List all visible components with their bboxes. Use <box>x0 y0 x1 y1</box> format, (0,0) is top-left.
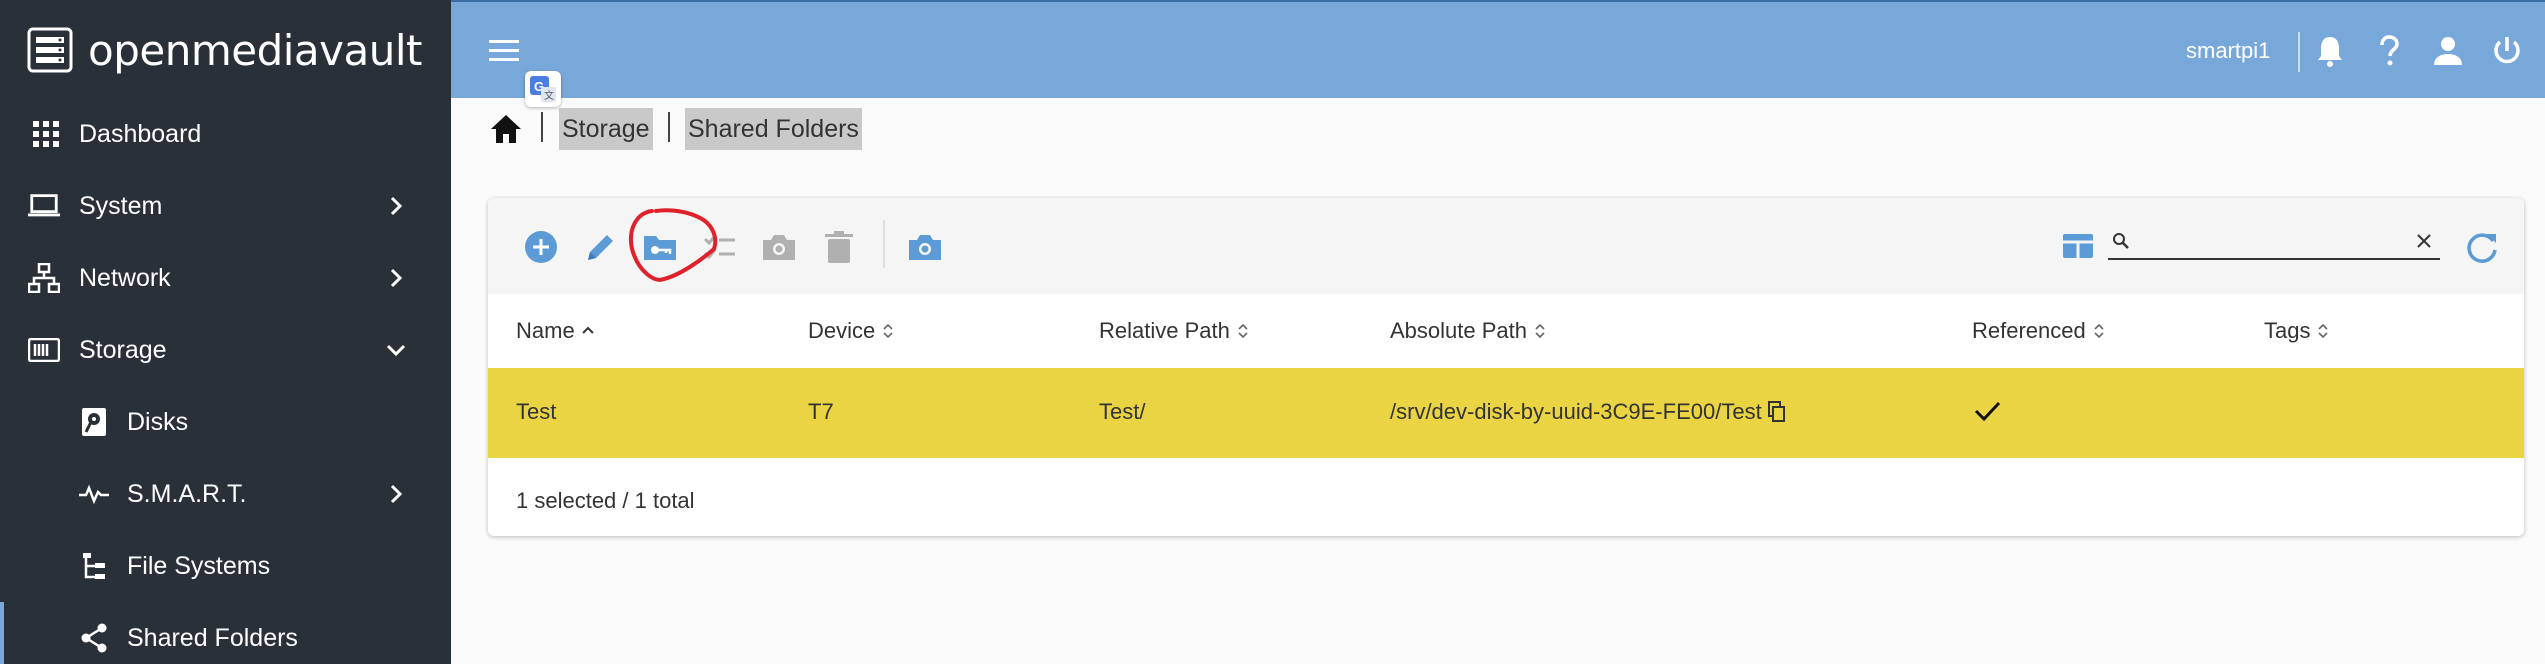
sidebar-item-storage[interactable]: Storage <box>0 314 451 386</box>
table-row[interactable]: Test T7 Test/ /srv/dev-disk-by-uuid-3C9E… <box>488 368 2524 458</box>
sidebar-item-file-systems[interactable]: File Systems <box>0 530 451 602</box>
sidebar-item-label: File Systems <box>127 551 271 580</box>
camera-icon[interactable] <box>760 228 798 266</box>
sidebar-item-label: Storage <box>79 335 167 364</box>
sidebar-item-smart[interactable]: S.M.A.R.T. <box>0 458 451 530</box>
home-icon[interactable] <box>489 112 523 146</box>
sidebar-item-label: Dashboard <box>79 119 202 148</box>
sort-icon <box>1535 323 1545 339</box>
snapshot-camera-icon[interactable] <box>906 228 944 266</box>
cell-absolute-path: /srv/dev-disk-by-uuid-3C9E-FE00/Test <box>1390 399 1786 425</box>
edit-icon[interactable] <box>582 228 620 266</box>
storage-icon <box>28 334 60 366</box>
brand[interactable]: openmediavault <box>0 0 451 100</box>
sidebar-item-dashboard[interactable]: Dashboard <box>0 98 451 170</box>
tree-icon <box>78 550 110 582</box>
search-field[interactable] <box>2108 224 2440 260</box>
sort-icon <box>1238 323 1248 339</box>
sidebar-item-shared-folders[interactable]: Shared Folders <box>0 602 451 664</box>
chevron-down-icon <box>386 344 406 357</box>
sort-asc-icon <box>581 326 594 334</box>
column-header-label: Name <box>516 318 575 343</box>
cell-referenced <box>1972 396 2002 426</box>
disk-icon <box>78 406 110 438</box>
toolbar <box>488 198 2524 294</box>
sort-icon <box>2094 323 2104 339</box>
search-icon <box>2113 233 2129 249</box>
add-icon[interactable] <box>522 228 560 266</box>
column-header-device[interactable]: Device <box>808 318 895 344</box>
shared-folders-card: Name Device Relative Path Absolute Path … <box>488 198 2524 536</box>
username: smartpi1 <box>2186 38 2271 63</box>
share-icon <box>78 622 110 654</box>
check-icon <box>1974 401 2001 422</box>
bell-icon[interactable] <box>2313 34 2347 68</box>
cell-name: Test <box>516 399 557 424</box>
sidebar-item-network[interactable]: Network <box>0 242 451 314</box>
checklist-icon[interactable] <box>701 228 739 266</box>
column-header-tags[interactable]: Tags <box>2264 318 2330 344</box>
user-icon[interactable] <box>2431 34 2465 68</box>
sidebar-item-label: System <box>79 191 163 220</box>
sidebar-item-system[interactable]: System <box>0 170 451 242</box>
refresh-icon[interactable] <box>2463 228 2501 266</box>
column-header-label: Device <box>808 318 876 343</box>
column-header-label: Relative Path <box>1099 318 1230 343</box>
sidebar-item-label: Disks <box>127 407 189 436</box>
sidebar-item-label: Shared Folders <box>127 623 298 652</box>
column-header-label: Tags <box>2264 318 2311 343</box>
pulse-icon <box>78 478 110 510</box>
grid-icon <box>30 118 62 150</box>
column-header-relative-path[interactable]: Relative Path <box>1099 318 1250 344</box>
clear-search-icon[interactable] <box>2416 233 2432 249</box>
chevron-right-icon <box>390 268 403 288</box>
translate-icon[interactable]: G文 <box>525 71 561 107</box>
breadcrumb-storage[interactable]: Storage <box>559 108 653 150</box>
help-icon[interactable] <box>2372 34 2406 68</box>
table-footer-status: 1 selected / 1 total <box>516 488 695 513</box>
breadcrumb-shared-folders[interactable]: Shared Folders <box>685 108 862 150</box>
openmediavault-logo-icon <box>27 27 73 73</box>
toolbar-separator <box>883 220 885 268</box>
column-header-referenced[interactable]: Referenced <box>1972 318 2106 344</box>
column-header-label: Referenced <box>1972 318 2086 343</box>
breadcrumb-separator <box>668 112 670 142</box>
network-icon <box>28 262 60 294</box>
cell-device: T7 <box>808 399 834 424</box>
column-header-label: Absolute Path <box>1390 318 1527 343</box>
sidebar-item-disks[interactable]: Disks <box>0 386 451 458</box>
power-icon[interactable] <box>2490 34 2524 68</box>
brand-name: openmediavault <box>88 25 422 75</box>
sort-icon <box>883 323 893 339</box>
folder-key-icon[interactable] <box>641 228 679 266</box>
top-bar: smartpi1 <box>451 0 2545 98</box>
column-layout-icon[interactable] <box>2059 227 2097 265</box>
sidebar-item-label: S.M.A.R.T. <box>127 479 247 508</box>
copy-icon[interactable] <box>1767 401 1786 423</box>
delete-icon[interactable] <box>820 228 858 266</box>
cell-relative-path: Test/ <box>1099 399 1146 424</box>
svg-text:文: 文 <box>544 89 554 102</box>
column-header-name[interactable]: Name <box>516 318 595 344</box>
laptop-icon <box>28 190 60 222</box>
absolute-path-text: /srv/dev-disk-by-uuid-3C9E-FE00/Test <box>1390 399 1762 424</box>
chevron-right-icon <box>390 196 403 216</box>
top-divider <box>2298 32 2300 72</box>
sort-icon <box>2318 323 2329 339</box>
sidebar: openmediavault Dashboard System Network <box>0 0 451 664</box>
menu-icon[interactable] <box>489 38 521 64</box>
search-input[interactable] <box>2142 226 2412 256</box>
breadcrumb-separator <box>541 112 543 142</box>
chevron-right-icon <box>390 484 403 504</box>
column-header-absolute-path[interactable]: Absolute Path <box>1390 318 1547 344</box>
table-header: Name Device Relative Path Absolute Path … <box>488 294 2524 368</box>
sidebar-item-label: Network <box>79 263 171 292</box>
